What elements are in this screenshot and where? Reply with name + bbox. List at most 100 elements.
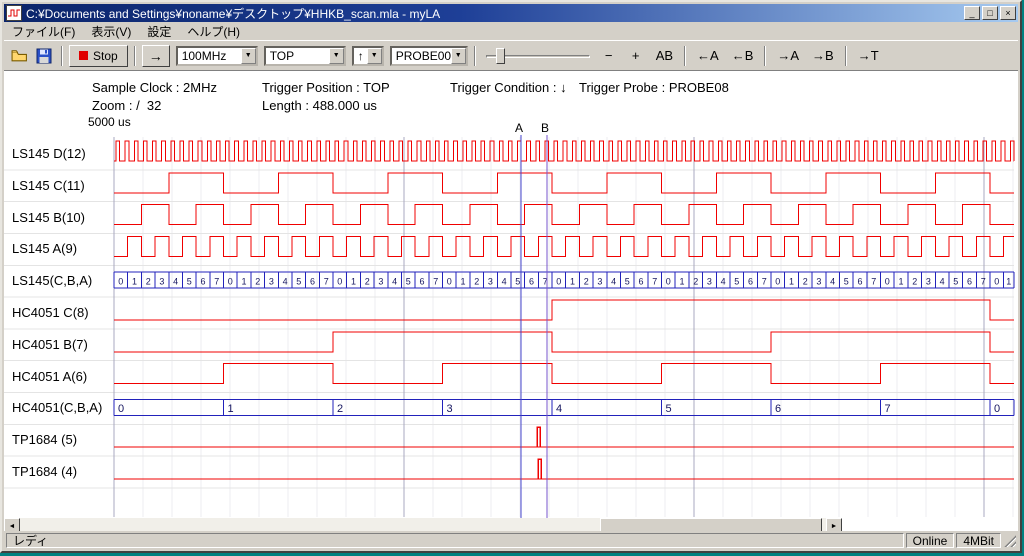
svg-text:5: 5: [625, 277, 630, 287]
svg-text:4: 4: [173, 277, 178, 287]
goto-cursor-b-button[interactable]: ←B: [727, 45, 759, 67]
svg-text:6: 6: [967, 277, 972, 287]
svg-text:5: 5: [844, 277, 849, 287]
svg-text:0: 0: [337, 277, 342, 287]
svg-text:2: 2: [365, 277, 370, 287]
toolbar-separator: [474, 46, 476, 66]
svg-text:2: 2: [912, 277, 917, 287]
svg-text:3: 3: [707, 277, 712, 287]
trigger-edge-select[interactable]: ↑ ▼: [352, 46, 384, 66]
svg-text:6: 6: [775, 403, 781, 415]
svg-text:0: 0: [228, 277, 233, 287]
menubar: ファイル(F) 表示(V) 設定 ヘルプ(H): [4, 22, 1018, 40]
svg-text:3: 3: [597, 277, 602, 287]
svg-text:1: 1: [132, 277, 137, 287]
run-arrow-icon: →: [149, 48, 163, 64]
svg-text:6: 6: [857, 277, 862, 287]
stop-button[interactable]: Stop: [69, 45, 128, 67]
svg-text:5: 5: [953, 277, 958, 287]
svg-text:4: 4: [721, 277, 726, 287]
svg-text:5: 5: [406, 277, 411, 287]
goto-trigger-button[interactable]: →T: [853, 45, 884, 67]
cursor-b-label[interactable]: B: [541, 121, 549, 135]
svg-text:1: 1: [789, 277, 794, 287]
svg-text:7: 7: [885, 403, 891, 415]
svg-text:5: 5: [187, 277, 192, 287]
svg-text:3: 3: [159, 277, 164, 287]
zoom-slider[interactable]: [486, 45, 590, 67]
svg-text:5: 5: [734, 277, 739, 287]
chevron-down-icon[interactable]: ▼: [241, 48, 256, 64]
svg-text:1: 1: [351, 277, 356, 287]
svg-text:7: 7: [762, 277, 767, 287]
resize-grip-icon[interactable]: [1003, 534, 1016, 547]
svg-text:1: 1: [898, 277, 903, 287]
scrollbar-thumb[interactable]: [600, 518, 822, 531]
status-memory: 4MBit: [956, 533, 1001, 548]
menu-help[interactable]: ヘルプ(H): [179, 22, 248, 41]
statusbar: レディ Online 4MBit: [4, 532, 1018, 549]
svg-text:6: 6: [638, 277, 643, 287]
slider-thumb[interactable]: [496, 48, 505, 64]
set-cursor-a-button[interactable]: →A: [772, 45, 804, 67]
svg-text:0: 0: [556, 277, 561, 287]
minimize-button[interactable]: _: [964, 6, 980, 20]
zoom-out-button[interactable]: −: [597, 45, 621, 67]
svg-text:1: 1: [241, 277, 246, 287]
folder-open-icon: [11, 48, 28, 63]
svg-text:3: 3: [447, 403, 453, 415]
scroll-left-icon[interactable]: ◄: [4, 518, 20, 531]
scroll-right-icon[interactable]: ►: [826, 518, 842, 531]
svg-text:2: 2: [584, 277, 589, 287]
svg-text:0: 0: [666, 277, 671, 287]
svg-text:7: 7: [981, 277, 986, 287]
svg-text:7: 7: [871, 277, 876, 287]
set-cursor-b-button[interactable]: →B: [807, 45, 839, 67]
toolbar: Stop → 100MHz ▼ TOP ▼ ↑ ▼ PROBE00 ▼ − + …: [4, 40, 1018, 71]
toolbar-separator: [684, 46, 686, 66]
svg-text:3: 3: [488, 277, 493, 287]
chevron-down-icon[interactable]: ▼: [329, 48, 344, 64]
app-window: C:¥Documents and Settings¥noname¥デスクトップ¥…: [0, 0, 1022, 553]
trigger-position-select[interactable]: TOP ▼: [264, 46, 346, 66]
maximize-button[interactable]: □: [982, 6, 998, 20]
chevron-down-icon[interactable]: ▼: [451, 48, 466, 64]
app-icon: [6, 5, 22, 21]
close-button[interactable]: ×: [1000, 6, 1016, 20]
waveform-client-area: Sample Clock : 2MHz Trigger Position : T…: [4, 71, 1018, 531]
svg-text:3: 3: [816, 277, 821, 287]
svg-text:4: 4: [611, 277, 616, 287]
svg-text:3: 3: [269, 277, 274, 287]
chevron-down-icon[interactable]: ▼: [367, 48, 382, 64]
scrollbar-track[interactable]: [20, 518, 826, 531]
svg-text:5: 5: [515, 277, 520, 287]
ab-button[interactable]: AB: [651, 45, 678, 67]
horizontal-scrollbar[interactable]: ◄ ►: [4, 518, 842, 531]
waveform-display[interactable]: 0123456701234567012345670123456701234567…: [4, 135, 1018, 519]
cursor-a-label[interactable]: A: [515, 121, 523, 135]
open-file-button[interactable]: [8, 45, 30, 67]
time-division-label: 5000 us: [88, 115, 131, 129]
svg-text:2: 2: [693, 277, 698, 287]
trigger-position-info: Trigger Position : TOP: [262, 80, 390, 95]
trigger-probe-info: Trigger Probe : PROBE08: [579, 80, 729, 95]
goto-cursor-a-button[interactable]: ←A: [692, 45, 724, 67]
sample-clock-info: Sample Clock : 2MHz: [92, 80, 217, 95]
titlebar[interactable]: C:¥Documents and Settings¥noname¥デスクトップ¥…: [4, 4, 1018, 22]
sample-clock-select[interactable]: 100MHz ▼: [176, 46, 258, 66]
trigger-condition-info: Trigger Condition : ↓: [450, 80, 567, 95]
menu-view[interactable]: 表示(V): [83, 22, 139, 41]
svg-text:3: 3: [926, 277, 931, 287]
menu-file[interactable]: ファイル(F): [4, 22, 83, 41]
svg-text:2: 2: [146, 277, 151, 287]
svg-text:4: 4: [502, 277, 507, 287]
trigger-probe-select[interactable]: PROBE00 ▼: [390, 46, 468, 66]
zoom-in-button[interactable]: +: [624, 45, 648, 67]
svg-text:1: 1: [460, 277, 465, 287]
run-button[interactable]: →: [142, 45, 170, 67]
menu-settings[interactable]: 設定: [139, 22, 179, 41]
svg-text:6: 6: [419, 277, 424, 287]
save-button[interactable]: [33, 45, 55, 67]
svg-text:4: 4: [830, 277, 835, 287]
svg-text:3: 3: [378, 277, 383, 287]
